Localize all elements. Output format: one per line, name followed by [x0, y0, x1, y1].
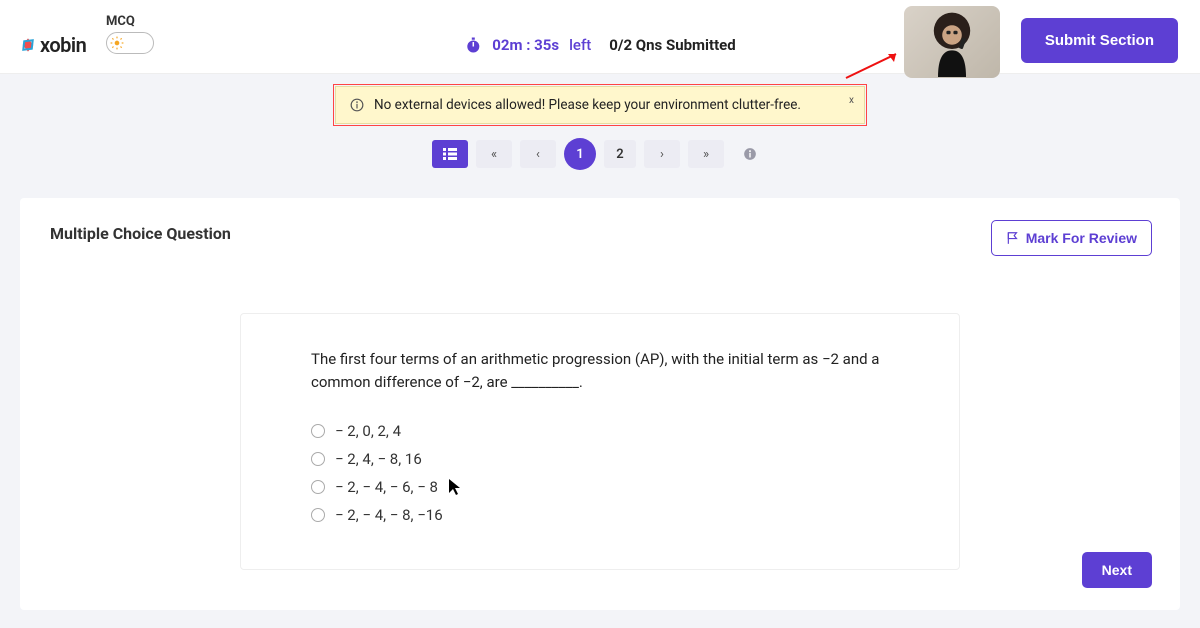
option-4-label: − 2, − 4, − 8, −16: [335, 506, 443, 524]
pager-next-button[interactable]: ›: [644, 140, 680, 168]
option-3-label: − 2, − 4, − 6, − 8: [335, 478, 438, 496]
pager-prev-button[interactable]: ‹: [520, 140, 556, 168]
brand-mark-icon: [20, 37, 36, 53]
flag-icon: [1006, 231, 1020, 245]
sun-icon: [110, 36, 124, 50]
radio-icon: [311, 424, 325, 438]
option-2[interactable]: − 2, 4, − 8, 16: [311, 445, 889, 473]
option-1-label: − 2, 0, 2, 4: [335, 422, 401, 440]
grid-icon: [443, 148, 457, 160]
option-1[interactable]: − 2, 0, 2, 4: [311, 417, 889, 445]
timer-value: 02m : 35s: [492, 36, 559, 54]
app-header: MCQ xobin 02m : 35s left 0/2 Qns Submitt…: [0, 0, 1200, 74]
webcam-preview: [904, 6, 1000, 78]
submit-section-button[interactable]: Submit Section: [1021, 18, 1178, 63]
question-text: The first four terms of an arithmetic pr…: [311, 348, 889, 395]
timer-area: 02m : 35s left 0/2 Qns Submitted: [464, 36, 735, 54]
option-4[interactable]: − 2, − 4, − 8, −16: [311, 501, 889, 529]
pager-last-button[interactable]: »: [688, 140, 724, 168]
pager-page-2[interactable]: 2: [604, 140, 636, 168]
theme-toggle[interactable]: [106, 32, 154, 54]
question-body: The first four terms of an arithmetic pr…: [240, 313, 960, 570]
stopwatch-icon: [464, 36, 482, 54]
option-3[interactable]: − 2, − 4, − 6, − 8: [311, 473, 889, 501]
alert-banner: No external devices allowed! Please keep…: [333, 84, 867, 126]
brand-logo: xobin: [20, 33, 86, 57]
pager-grid-button[interactable]: [432, 140, 468, 168]
person-avatar-icon: [917, 7, 987, 77]
question-pager: « ‹ 1 2 › »: [0, 138, 1200, 170]
mark-for-review-button[interactable]: Mark For Review: [991, 220, 1152, 256]
radio-icon: [311, 480, 325, 494]
annotation-arrow-icon: [844, 50, 904, 80]
pager-info-button[interactable]: [732, 140, 768, 168]
question-card: Multiple Choice Question Mark For Review…: [20, 198, 1180, 610]
radio-icon: [311, 452, 325, 466]
info-circle-icon: [743, 147, 757, 161]
alert-text: No external devices allowed! Please keep…: [374, 97, 801, 113]
info-icon: [350, 98, 364, 112]
timer-suffix: left: [569, 36, 591, 54]
brand-name: xobin: [40, 33, 86, 57]
pager-first-button[interactable]: «: [476, 140, 512, 168]
next-button[interactable]: Next: [1082, 552, 1152, 588]
alert-close-button[interactable]: x: [849, 95, 854, 106]
questions-submitted: 0/2 Qns Submitted: [609, 36, 735, 54]
mark-label: Mark For Review: [1026, 230, 1137, 246]
option-2-label: − 2, 4, − 8, 16: [335, 450, 422, 468]
radio-icon: [311, 508, 325, 522]
section-label: MCQ: [106, 14, 135, 29]
question-type-title: Multiple Choice Question: [50, 224, 1150, 243]
pager-page-1[interactable]: 1: [564, 138, 596, 170]
